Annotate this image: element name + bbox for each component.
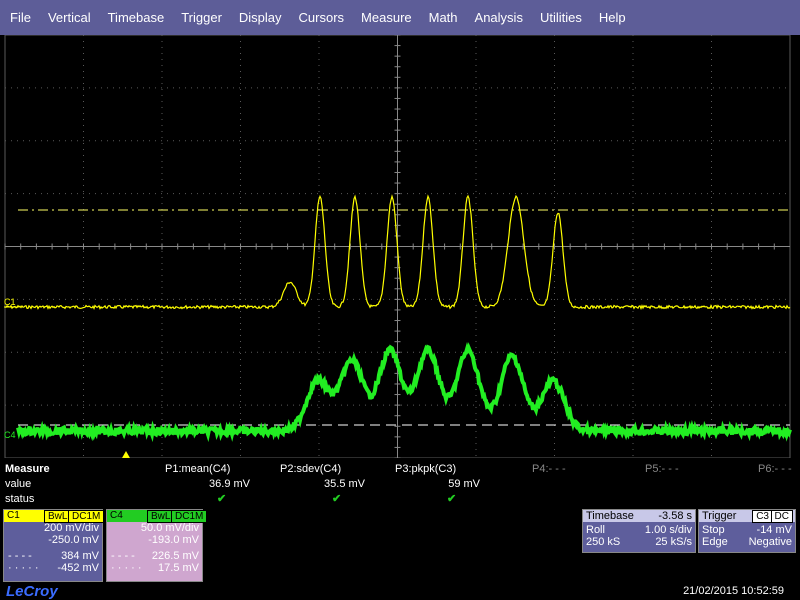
param-2-status-check-icon: ✔ bbox=[332, 493, 342, 505]
c1-marker[interactable]: C1 bbox=[4, 297, 16, 307]
trigger-type: Edge bbox=[702, 536, 728, 548]
param-3-status-check-icon: ✔ bbox=[447, 493, 457, 505]
channel-4-panel[interactable]: C4 BwL DC1M 50.0 mV/div -193.0 mV - - - … bbox=[106, 509, 208, 582]
c4-name: C4 bbox=[110, 510, 123, 521]
timebase-panel[interactable]: Timebase -3.58 s Roll 1.00 s/div 250 kS 25 … bbox=[582, 509, 696, 553]
menu-utilities[interactable]: Utilities bbox=[530, 0, 589, 35]
trigger-mode: Stop bbox=[702, 524, 725, 536]
c1-name: C1 bbox=[7, 510, 20, 521]
menu-help[interactable]: Help bbox=[589, 0, 633, 35]
param-5-label: P5:- - - bbox=[645, 463, 679, 475]
param-3-value: 59 mV bbox=[448, 478, 480, 490]
measure-value-label: value bbox=[5, 478, 32, 490]
menu-vertical[interactable]: Vertical bbox=[38, 0, 98, 35]
param-1-label: P1:mean(C4) bbox=[165, 463, 231, 475]
c1-cursor2: -452 mV bbox=[57, 562, 99, 574]
lecroy-logo: LeCroy bbox=[6, 583, 58, 600]
date-time: 21/02/2015 10:52:59 bbox=[683, 585, 784, 597]
measure-panel: Measure value status P1:mean(C4) 36.9 mV ✔… bbox=[0, 458, 800, 508]
trigger-panel[interactable]: Trigger C3 DC Stop -14 mV Edge Negative bbox=[698, 509, 796, 553]
param-1-status-check-icon: ✔ bbox=[217, 493, 227, 505]
c4-cursor1: 226.5 mV bbox=[151, 550, 199, 562]
timebase-time-per-div: 1.00 s/div bbox=[644, 524, 692, 536]
c1-cursor1-icon: - - - - bbox=[8, 550, 32, 562]
measure-status-label: status bbox=[5, 493, 35, 505]
c1-cursor1: 384 mV bbox=[61, 550, 99, 562]
param-1-value: 36.9 mV bbox=[209, 478, 250, 490]
trigger-coupling-tag: DC bbox=[770, 510, 793, 523]
c4-cursor2-icon: · · · · · bbox=[111, 562, 142, 574]
c4-offset: -193.0 mV bbox=[148, 534, 199, 546]
scope-display[interactable]: C1 C4 bbox=[0, 35, 800, 458]
waveform-grid: C1 C4 bbox=[4, 35, 792, 458]
param-2-value: 35.5 mV bbox=[324, 478, 365, 490]
menu-display[interactable]: Display bbox=[229, 0, 289, 35]
menu-analysis[interactable]: Analysis bbox=[465, 0, 530, 35]
menu-trigger[interactable]: Trigger bbox=[171, 0, 229, 35]
menu-math[interactable]: Math bbox=[419, 0, 465, 35]
timebase-delay: -3.58 s bbox=[658, 510, 692, 522]
trigger-slope: Negative bbox=[748, 536, 792, 548]
menu-timebase[interactable]: Timebase bbox=[98, 0, 172, 35]
c4-volts-per-div: 50.0 mV/div bbox=[140, 522, 199, 534]
c1-volts-per-div: 200 mV/div bbox=[43, 522, 99, 534]
trigger-label: Trigger bbox=[702, 510, 737, 522]
measure-title: Measure bbox=[5, 463, 50, 475]
c1-cursor2-icon: · · · · · bbox=[8, 562, 39, 574]
c4-marker[interactable]: C4 bbox=[4, 430, 16, 440]
param-6-label: P6:- - - bbox=[758, 463, 792, 475]
trigger-level: -14 mV bbox=[756, 524, 792, 536]
c1-offset: -250.0 mV bbox=[48, 534, 99, 546]
timebase-sample-rate: 25 kS/s bbox=[655, 536, 692, 548]
channel-1-panel[interactable]: C1 BwL DC1M 200 mV/div -250.0 mV - - - -… bbox=[3, 509, 105, 582]
timebase-samples: 250 kS bbox=[586, 536, 621, 548]
menu-measure[interactable]: Measure bbox=[351, 0, 419, 35]
c4-waveform bbox=[16, 341, 792, 443]
c4-cursor1-icon: - - - - bbox=[111, 550, 135, 562]
timebase-mode: Roll bbox=[586, 524, 605, 536]
menu-cursors[interactable]: Cursors bbox=[289, 0, 352, 35]
trigger-position-icon[interactable] bbox=[122, 451, 130, 458]
param-3-label: P3:pkpk(C3) bbox=[395, 463, 457, 475]
param-2-label: P2:sdev(C4) bbox=[280, 463, 342, 475]
menu-file[interactable]: File bbox=[0, 0, 38, 35]
param-4-label: P4:- - - bbox=[532, 463, 566, 475]
timebase-label: Timebase bbox=[586, 510, 634, 522]
c4-cursor2: 17.5 mV bbox=[158, 562, 199, 574]
menu-bar: File Vertical Timebase Trigger Display Cursor… bbox=[0, 0, 800, 35]
